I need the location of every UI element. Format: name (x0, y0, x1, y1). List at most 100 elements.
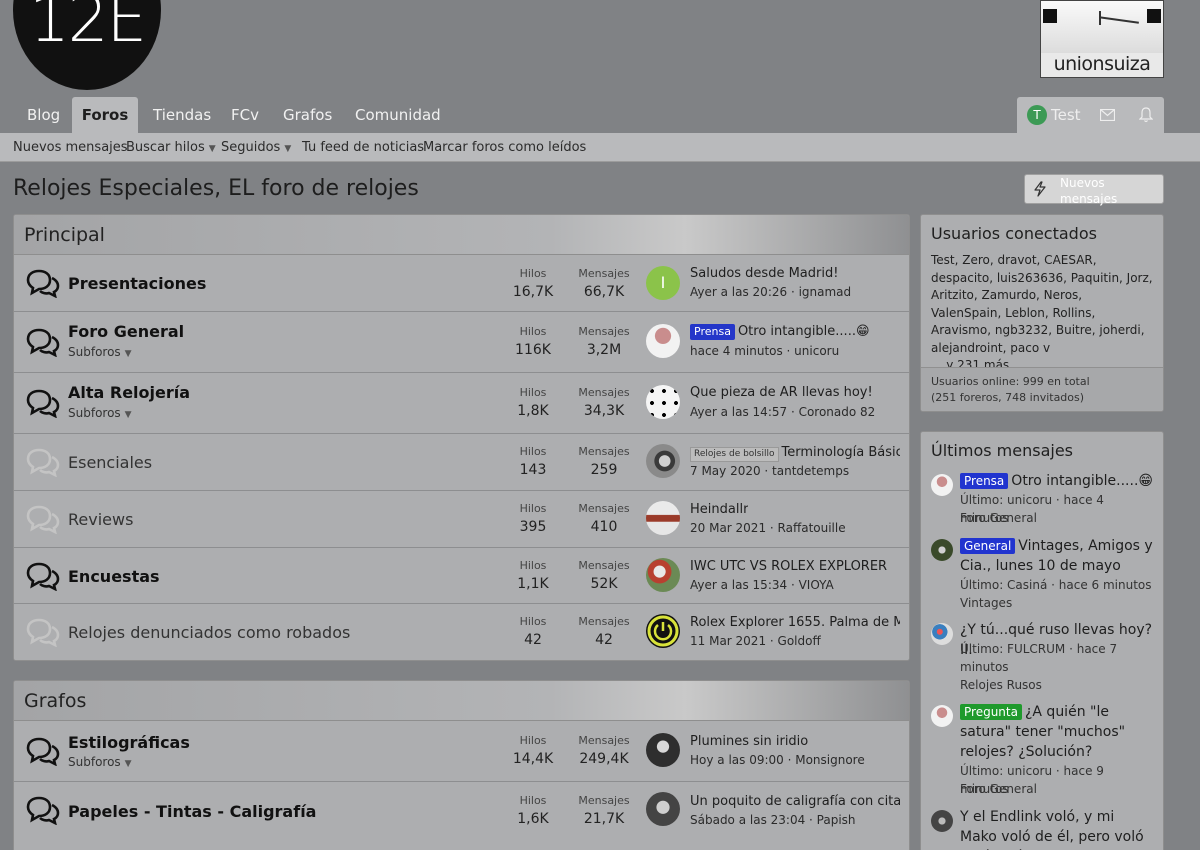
last-post-meta[interactable]: Ayer a las 15:34 · VIOYA (690, 578, 834, 592)
avatar[interactable] (931, 539, 953, 561)
avatar[interactable] (646, 733, 680, 767)
bell-icon[interactable] (1139, 107, 1153, 123)
avatar[interactable] (646, 558, 680, 592)
latest-post-forum[interactable]: Foro General (960, 780, 1155, 798)
last-post-meta[interactable]: Ayer a las 20:26 · ignamad (690, 285, 851, 299)
last-post-title[interactable]: IWC UTC VS ROLEX EXPLORER (690, 559, 887, 574)
subforos-dropdown[interactable]: Subforos ▼ (68, 345, 132, 359)
avatar[interactable] (646, 792, 680, 826)
messages-label: Mensajes (578, 502, 630, 515)
last-post-title[interactable]: Prensa Otro intangible.....😁 (690, 324, 870, 340)
forum-row: Encuestas Hilos 1,1K Mensajes 52K IWC UT… (14, 548, 909, 604)
last-post-title[interactable]: Relojes de bolsillo Terminología Básica (690, 445, 900, 462)
last-post-title[interactable]: Saludos desde Madrid! (690, 266, 838, 281)
last-post-title[interactable]: Un poquito de caligrafía con citas (690, 794, 900, 809)
mail-icon[interactable] (1100, 109, 1115, 121)
subnav-buscar-hilos[interactable]: Buscar hilos ▼ (126, 133, 216, 164)
forum-title[interactable]: Reviews (68, 510, 133, 529)
avatar[interactable] (646, 385, 680, 419)
category-title[interactable]: Grafos (14, 681, 909, 721)
last-post-meta[interactable]: 7 May 2020 · tantdetemps (690, 464, 849, 478)
forum-title[interactable]: Esenciales (68, 453, 152, 472)
threads-count: 14,4K (512, 751, 554, 767)
avatar[interactable] (646, 444, 680, 478)
site-logo[interactable]: 12E (13, 0, 161, 90)
avatar[interactable] (931, 705, 953, 727)
threads-label: Hilos (519, 502, 547, 515)
tab-tiendas[interactable]: Tiendas (153, 97, 211, 133)
subnav-nuevos-mensajes[interactable]: Nuevos mensajes (13, 133, 128, 162)
tab-grafos[interactable]: Grafos (283, 97, 332, 133)
last-post-title[interactable]: Que pieza de AR llevas hoy! (690, 385, 873, 400)
avatar[interactable]: I (646, 266, 680, 300)
prefix-badge: Relojes de bolsillo (690, 447, 779, 462)
last-post-meta[interactable]: Hoy a las 09:00 · Monsignore (690, 753, 865, 767)
chat-bubbles-icon (26, 328, 60, 357)
messages-count: 34,3K (583, 403, 625, 419)
forum-title[interactable]: Estilográficas (68, 733, 190, 752)
last-post-meta[interactable]: Ayer a las 14:57 · Coronado 82 (690, 405, 875, 419)
user-name[interactable]: Test (1051, 97, 1081, 133)
forum-title[interactable]: Alta Relojería (68, 383, 190, 402)
threads-label: Hilos (519, 267, 547, 280)
latest-post-title[interactable]: Pregunta ¿A quién "le satura" tener "much… (960, 702, 1155, 762)
subnav-marcar-leidos[interactable]: Marcar foros como leídos (423, 133, 586, 162)
forum-title[interactable]: Presentaciones (68, 274, 206, 293)
avatar[interactable] (646, 324, 680, 358)
sponsor-banner[interactable]: unionsuiza (1040, 0, 1164, 78)
new-posts-button[interactable]: Nuevos mensajes (1024, 174, 1164, 206)
online-users-title[interactable]: Usuarios conectados (921, 215, 1163, 252)
prefix-badge: Prensa (690, 324, 735, 340)
forum-row: Presentaciones Hilos 16,7K Mensajes 66,7… (14, 255, 909, 312)
avatar[interactable] (931, 474, 953, 496)
forum-title[interactable]: Encuestas (68, 567, 160, 586)
sponsor-brand-text: unionsuiza (1053, 53, 1151, 75)
last-post-meta[interactable]: hace 4 minutos · unicoru (690, 344, 839, 358)
chat-bubbles-icon (26, 562, 60, 591)
subforos-dropdown[interactable]: Subforos ▼ (68, 406, 132, 420)
threads-label: Hilos (519, 325, 547, 338)
messages-label: Mensajes (578, 615, 630, 628)
latest-post-title[interactable]: General Vintages, Amigos y Cia., lunes 10… (960, 536, 1155, 576)
subforos-dropdown[interactable]: Subforos ▼ (68, 755, 132, 769)
forum-title[interactable]: Relojes denunciados como robados (68, 623, 350, 642)
tab-fcv[interactable]: FCv (231, 97, 259, 133)
avatar[interactable] (931, 623, 953, 645)
latest-post-forum[interactable]: Foro General (960, 509, 1155, 527)
last-post-title[interactable]: Rolex Explorer 1655. Palma de Mall... (690, 615, 900, 630)
latest-post-forum[interactable]: Vintages (960, 594, 1155, 612)
user-avatar[interactable]: T (1027, 105, 1047, 125)
avatar[interactable] (646, 501, 680, 535)
threads-count: 143 (519, 462, 547, 478)
messages-label: Mensajes (578, 445, 630, 458)
tab-blog[interactable]: Blog (27, 97, 60, 133)
user-menu[interactable]: T Test (1017, 97, 1164, 133)
threads-count: 1,8K (517, 403, 549, 419)
forum-title[interactable]: Papeles - Tintas - Caligrafía (68, 802, 316, 821)
category-title[interactable]: Principal (14, 215, 909, 255)
messages-count: 410 (590, 519, 618, 535)
last-post-title[interactable]: Heindallr (690, 502, 748, 517)
tab-foros[interactable]: Foros (72, 97, 138, 133)
latest-posts-title[interactable]: Últimos mensajes (921, 432, 1163, 469)
chevron-down-icon: ▼ (124, 759, 132, 769)
latest-post-title[interactable]: Prensa Otro intangible.....😁 (960, 471, 1155, 491)
last-post-meta[interactable]: Sábado a las 23:04 · Papish (690, 813, 856, 827)
threads-count: 1,6K (517, 811, 549, 827)
subnav-seguidos[interactable]: Seguidos ▼ (221, 133, 291, 164)
last-post-meta[interactable]: 11 Mar 2021 · Goldoff (690, 634, 821, 648)
last-post-meta[interactable]: 20 Mar 2021 · Raffatouille (690, 521, 846, 535)
latest-post-forum[interactable]: Relojes Rusos (960, 676, 1155, 694)
forum-row: Relojes denunciados como robados Hilos 4… (14, 604, 909, 660)
messages-label: Mensajes (578, 325, 630, 338)
latest-post-title[interactable]: Y el Endlink voló, y mi Mako voló de él,… (960, 807, 1155, 850)
subnav-feed[interactable]: Tu feed de noticias (302, 133, 424, 162)
forum-title[interactable]: Foro General (68, 322, 184, 341)
last-post-title[interactable]: Plumines sin iridio (690, 734, 808, 749)
power-icon[interactable] (646, 614, 680, 648)
online-users-list[interactable]: Test, Zero, dravot, CAESAR, despacito, l… (921, 252, 1163, 375)
latest-posts-widget: Últimos mensajes Prensa Otro intangible..… (920, 431, 1164, 850)
threads-label: Hilos (519, 794, 547, 807)
avatar[interactable] (931, 810, 953, 832)
tab-comunidad[interactable]: Comunidad (355, 97, 441, 133)
